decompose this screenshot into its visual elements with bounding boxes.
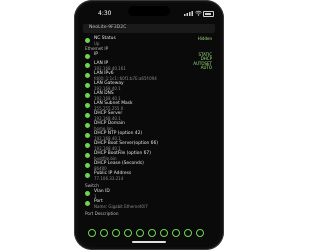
list-item[interactable]: LAN IPv6 fd00::1:1c1::60f1:b7E:a65f:094 [78,71,220,81]
history-icon[interactable] [172,229,180,237]
list-item[interactable]: LAN DNS 192.168.40.1 [78,91,220,101]
ping-icon[interactable] [136,229,144,237]
wifi-icon [195,10,202,16]
settings-icon[interactable] [112,229,120,237]
notch [128,6,170,16]
status-dot-icon [85,153,90,158]
list-item[interactable]: DHCP NTP (option 42) 192.168.40.1 [78,131,220,141]
list-item[interactable]: Public IP Address 77.106.33.214 [78,171,220,181]
status-dot-icon [85,143,90,148]
status-dot-icon [85,133,90,138]
network-icon[interactable] [100,229,108,237]
status-dot-icon [85,113,90,118]
status-dot-icon [85,83,90,88]
device-title: NeoLite-9F3D2C [89,25,127,30]
item-value: 192.168.40.1 [94,85,121,91]
list-item[interactable]: DHCP Server 192.168.40.1 [78,111,220,121]
list-item[interactable]: DHCP Boot Server(option 66) 192.168.40.1 [78,141,220,151]
item-value: 192.168.40.161 [94,65,126,71]
section-switch: Switch [85,183,99,188]
list-item[interactable]: IP STATIC DHCP [78,52,220,61]
status-dot-icon [85,201,90,206]
item-value: 86400 [94,165,107,171]
battery-icon [203,11,214,17]
list-item[interactable]: LAN Subnet Mask 255.255.255.0 [78,101,220,111]
item-value: home.lan [94,125,113,131]
item-value: Name: Gigabit Ethernet0/7 [94,203,148,209]
bottom-toolbar [84,229,214,239]
list-item[interactable]: Vlan ID 1 [78,189,220,199]
status-dot-icon [85,73,90,78]
status-dot-icon [85,173,90,178]
list-item[interactable]: DHCP Lease (Seconds) 86400 [78,161,220,171]
section-ethernet-ip: Ethernet IP [85,46,109,51]
status-dot-icon [85,63,90,68]
device-title-bar[interactable]: NeoLite-9F3D2C [83,24,215,33]
item-value: Up [94,40,100,46]
item-value: 192.168.40.1 [94,145,121,151]
signal-icon [184,11,193,16]
wifi-scan-icon[interactable] [148,229,156,237]
cable-icon[interactable] [124,229,132,237]
status-bar: 4:30 [78,3,220,19]
status-dot-icon [85,38,90,43]
home-icon[interactable] [88,229,96,237]
status-list: NC Status Up Hidden Ethernet IP IP STATI… [78,36,220,226]
item-value: 192.168.40.1 [94,135,121,141]
export-icon[interactable] [184,229,192,237]
status-dot-icon [85,93,90,98]
home-indicator [132,241,166,243]
item-value: fd00::1:1c1::60f1:b7E:a65f:094 [94,75,157,81]
item-value: 192.168.40.1 [94,95,121,101]
list-item[interactable]: DHCP BootFile (option 67) bootfile.bin [78,151,220,161]
status-dot-icon [85,163,90,168]
status-dot-icon [85,123,90,128]
status-time: 4:30 [98,10,112,17]
section-port-description: Port Description [85,211,119,216]
item-value: 192.168.40.1 [94,115,121,121]
item-tag: Hidden [197,36,212,41]
item-tag: AUTO [200,65,212,70]
item-label: IP [94,52,98,57]
status-dot-icon [85,191,90,196]
item-value: bootfile.bin [94,155,117,161]
list-item[interactable]: DHCP Domain home.lan [78,121,220,131]
item-value: 77.106.33.214 [94,175,124,181]
list-item[interactable]: LAN Gateway 192.168.40.1 [78,81,220,91]
list-item[interactable]: NC Status Up Hidden [78,36,220,46]
phone-screen: 4:30 NeoLite-9F3D2C NC Status Up Hidden … [78,3,220,247]
status-dot-icon [85,54,90,59]
item-value: 1 [94,193,97,199]
list-item[interactable]: Port Name: Gigabit Ethernet0/7 [78,199,220,209]
status-dot-icon [85,103,90,108]
tool-icon[interactable] [160,229,168,237]
list-item[interactable]: LAN IP 192.168.40.161 AUTOSET AUTO [78,61,220,71]
item-value: 255.255.255.0 [94,105,124,111]
more-icon[interactable] [196,229,204,237]
